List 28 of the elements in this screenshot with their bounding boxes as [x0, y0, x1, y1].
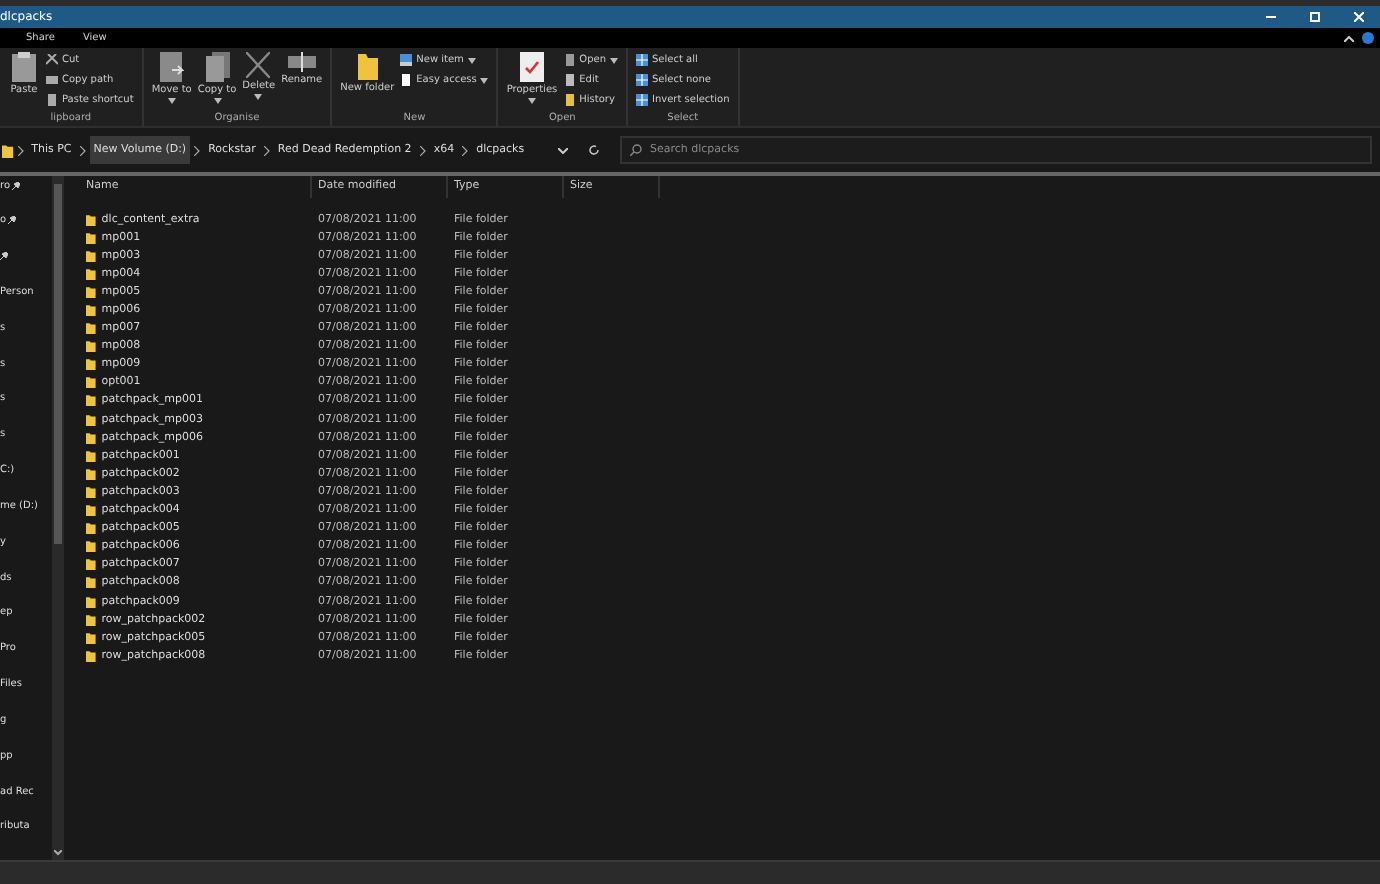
chevron-right-icon — [419, 145, 426, 155]
grid-icon — [636, 54, 648, 66]
scrollbar-thumb[interactable] — [54, 184, 62, 544]
clipboard-icon — [12, 52, 36, 82]
folder-icon — [357, 52, 378, 80]
scrollbar[interactable] — [52, 176, 64, 860]
documents-icon — [205, 52, 229, 82]
cross-icon — [246, 52, 271, 78]
search-icon — [630, 144, 642, 156]
grid-icon — [636, 74, 648, 86]
text-field-icon — [287, 52, 316, 72]
chevron-down-icon[interactable] — [54, 850, 62, 856]
minimize-icon — [1265, 16, 1275, 18]
close-icon — [1353, 12, 1363, 22]
chevron-right-icon — [194, 145, 201, 155]
chevron-up-icon[interactable] — [1344, 35, 1354, 41]
chevron-right-icon — [79, 145, 86, 155]
refresh-icon[interactable] — [588, 144, 600, 156]
chevron-right-icon — [462, 145, 469, 155]
chevron-right-icon — [17, 145, 24, 155]
document-icon — [400, 74, 413, 86]
checklist-icon — [520, 52, 544, 82]
new-item-icon — [400, 54, 413, 66]
grid-icon — [636, 94, 648, 106]
folder-icon — [2, 143, 14, 157]
chevron-right-icon — [263, 145, 270, 155]
chevron-down-icon[interactable] — [558, 147, 568, 153]
maximize-icon — [1309, 12, 1319, 22]
